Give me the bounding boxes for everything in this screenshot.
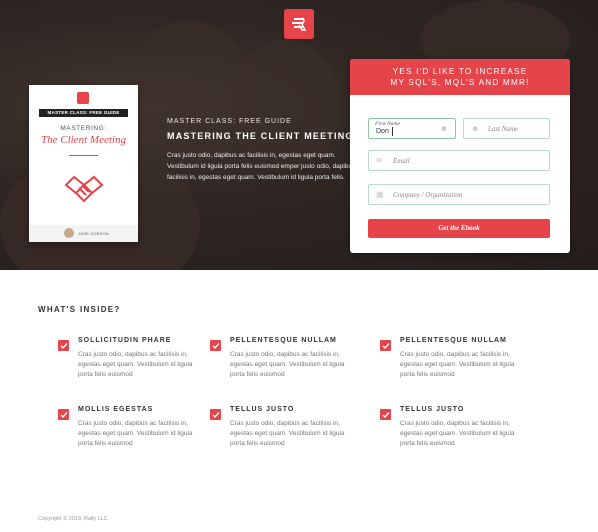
hero-body: Cras justo odio, dapibus ac facilisis in… — [167, 152, 364, 181]
user-icon: ☻ — [439, 124, 448, 133]
envelope-icon: ✉ — [376, 156, 383, 165]
feature-title: PELLENTESQUE NULLAM — [400, 337, 507, 344]
form-heading: YES I'D LIKE TO INCREASE MY SQL'S, MQL'S… — [350, 59, 570, 95]
copyright: Copyright © 2019, Rally LLC — [38, 516, 108, 522]
form-heading-line1: YES I'D LIKE TO INCREASE — [392, 67, 528, 76]
brand-logo-icon[interactable] — [284, 9, 314, 39]
book-mastering: MASTERING: — [60, 125, 107, 132]
building-icon: ▦ — [376, 190, 384, 199]
check-icon — [58, 340, 69, 351]
feature-title: SOLLICITUDIN PHARE — [78, 337, 172, 344]
feature-body: Cras justo odio, dapibus ac facilisis in… — [230, 351, 345, 378]
last-name-field[interactable]: ☻ Last Name — [463, 118, 550, 139]
ebook-cover: MASTER CLASS: FREE GUIDE MASTERING: The … — [29, 85, 138, 242]
book-footer: JANE DOBSON — [29, 225, 138, 242]
feature-body: Cras justo odio, dapibus ac facilisis in… — [78, 420, 193, 447]
feature-body: Cras justo odio, dapibus ac facilisis in… — [400, 420, 515, 447]
feature-title: PELLENTESQUE NULLAM — [230, 337, 337, 344]
check-icon — [380, 409, 391, 420]
book-divider — [69, 155, 98, 156]
feature-body: Cras justo odio, dapibus ac facilisis in… — [78, 351, 193, 378]
check-icon — [58, 409, 69, 420]
get-ebook-button[interactable]: Get the Ebook — [368, 219, 550, 238]
brand-logo-glyph — [292, 17, 307, 31]
book-tag: MASTER CLASS: FREE GUIDE — [39, 109, 128, 117]
hero-copy: MASTER CLASS: FREE GUIDE MASTERING THE C… — [167, 118, 367, 183]
last-name-placeholder: Last Name — [488, 125, 519, 133]
hero-section: MASTER CLASS: FREE GUIDE MASTERING: The … — [0, 0, 598, 270]
feature-body: Cras justo odio, dapibus ac facilisis in… — [400, 351, 515, 378]
user-icon: ☻ — [471, 124, 480, 133]
whats-inside-title: WHAT'S INSIDE? — [38, 305, 121, 314]
book-logo-icon — [77, 92, 89, 104]
check-icon — [210, 340, 221, 351]
first-name-value: Don — [376, 128, 389, 135]
book-title: The Client Meeting — [41, 134, 126, 146]
feature-title: TELLUS JUSTO — [400, 406, 465, 413]
first-name-label: First Name — [375, 121, 400, 127]
company-placeholder: Company / Organization — [393, 191, 463, 199]
check-icon — [210, 409, 221, 420]
book-author: JANE DOBSON — [78, 230, 109, 236]
hero-kicker: MASTER CLASS: FREE GUIDE — [167, 118, 292, 125]
feature-body: Cras justo odio, dapibus ac facilisis in… — [230, 420, 345, 447]
email-field[interactable]: ✉ Email — [368, 150, 550, 171]
author-avatar — [64, 228, 74, 238]
company-field[interactable]: ▦ Company / Organization — [368, 184, 550, 205]
form-heading-line2: MY SQL'S, MQL'S AND MMR! — [390, 78, 530, 87]
handshake-icon — [64, 175, 104, 203]
feature-title: TELLUS JUSTO — [230, 406, 295, 413]
first-name-field[interactable]: First Name Don ☻ — [368, 118, 456, 139]
feature-title: MOLLIS EGESTAS — [78, 406, 154, 413]
email-placeholder: Email — [393, 157, 410, 165]
check-icon — [380, 340, 391, 351]
signup-form: YES I'D LIKE TO INCREASE MY SQL'S, MQL'S… — [350, 59, 570, 253]
text-caret — [392, 127, 393, 136]
hero-headline: MASTERING THE CLIENT MEETING — [167, 131, 354, 141]
